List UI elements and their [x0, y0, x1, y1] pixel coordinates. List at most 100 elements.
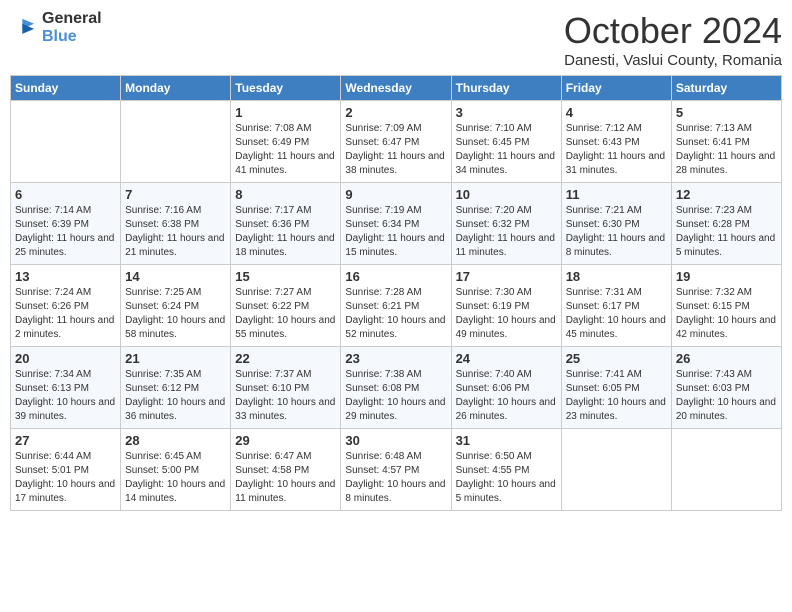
- day-number: 9: [345, 187, 446, 202]
- calendar-cell: 21 Sunrise: 7:35 AMSunset: 6:12 PMDayligh…: [121, 347, 231, 429]
- cell-info: Sunrise: 7:14 AMSunset: 6:39 PMDaylight:…: [15, 204, 116, 260]
- day-number: 19: [676, 269, 777, 284]
- title-block: October 2024 Danesti, Vaslui County, Rom…: [564, 10, 782, 69]
- day-number: 2: [345, 105, 446, 120]
- weekday-header: Sunday: [11, 76, 121, 101]
- calendar-cell: 17Sunrise: 7:30 AMSunset: 6:19 PMDayligh…: [451, 265, 561, 347]
- cell-info: Sunrise: 7:31 AMSunset: 6:17 PMDaylight:…: [566, 286, 667, 342]
- cell-info: Sunrise: 7:28 AMSunset: 6:21 PMDaylight:…: [345, 286, 446, 342]
- day-number: 11: [566, 187, 667, 202]
- day-number: 29: [235, 433, 336, 448]
- month-title: October 2024: [564, 10, 782, 52]
- calendar-cell: 28Sunrise: 6:45 AMSunset: 5:00 PMDayligh…: [121, 429, 231, 511]
- calendar-cell: 14 Sunrise: 7:25 AMSunset: 6:24 PMDayligh…: [121, 265, 231, 347]
- calendar-cell: 4 Sunrise: 7:12 AMSunset: 6:43 PMDaylight…: [561, 101, 671, 183]
- logo-icon: [10, 17, 38, 39]
- logo: General Blue: [10, 10, 102, 46]
- day-number: 12: [676, 187, 777, 202]
- day-number: 23: [345, 351, 446, 366]
- weekday-header: Friday: [561, 76, 671, 101]
- calendar-cell: [671, 429, 781, 511]
- calendar-cell: 30Sunrise: 6:48 AMSunset: 4:57 PMDayligh…: [341, 429, 451, 511]
- calendar-cell: 1Sunrise: 7:08 AMSunset: 6:49 PMDaylight…: [231, 101, 341, 183]
- day-number: 7: [125, 187, 226, 202]
- day-number: 6: [15, 187, 116, 202]
- calendar-cell: 15Sunrise: 7:27 AMSunset: 6:22 PMDayligh…: [231, 265, 341, 347]
- calendar-week-row: 6 Sunrise: 7:14 AMSunset: 6:39 PMDaylight…: [11, 183, 782, 265]
- calendar-cell: 5 Sunrise: 7:13 AMSunset: 6:41 PMDaylight…: [671, 101, 781, 183]
- logo-blue: Blue: [42, 28, 77, 45]
- cell-info: Sunrise: 7:40 AMSunset: 6:06 PMDaylight:…: [456, 368, 557, 424]
- cell-info: Sunrise: 7:37 AMSunset: 6:10 PMDaylight:…: [235, 368, 336, 424]
- calendar-table: SundayMondayTuesdayWednesdayThursdayFrid…: [10, 75, 782, 511]
- cell-info: Sunrise: 7:32 AMSunset: 6:15 PMDaylight:…: [676, 286, 777, 342]
- calendar-cell: 3 Sunrise: 7:10 AMSunset: 6:45 PMDaylight…: [451, 101, 561, 183]
- page-header: General Blue October 2024 Danesti, Vaslu…: [10, 10, 782, 69]
- calendar-cell: 12Sunrise: 7:23 AMSunset: 6:28 PMDayligh…: [671, 183, 781, 265]
- cell-info: Sunrise: 7:17 AMSunset: 6:36 PMDaylight:…: [235, 204, 336, 260]
- calendar-cell: 24 Sunrise: 7:40 AMSunset: 6:06 PMDayligh…: [451, 347, 561, 429]
- day-number: 1: [235, 105, 336, 120]
- calendar-cell: 10 Sunrise: 7:20 AMSunset: 6:32 PMDayligh…: [451, 183, 561, 265]
- cell-info: Sunrise: 7:13 AMSunset: 6:41 PMDaylight:…: [676, 122, 777, 178]
- day-number: 20: [15, 351, 116, 366]
- cell-info: Sunrise: 7:20 AMSunset: 6:32 PMDaylight:…: [456, 204, 557, 260]
- calendar-cell: 6 Sunrise: 7:14 AMSunset: 6:39 PMDaylight…: [11, 183, 121, 265]
- day-number: 22: [235, 351, 336, 366]
- cell-info: Sunrise: 7:21 AMSunset: 6:30 PMDaylight:…: [566, 204, 667, 260]
- day-number: 13: [15, 269, 116, 284]
- calendar-cell: 29 Sunrise: 6:47 AMSunset: 4:58 PMDayligh…: [231, 429, 341, 511]
- calendar-cell: 2 Sunrise: 7:09 AMSunset: 6:47 PMDaylight…: [341, 101, 451, 183]
- day-number: 10: [456, 187, 557, 202]
- cell-info: Sunrise: 7:34 AMSunset: 6:13 PMDaylight:…: [15, 368, 116, 424]
- calendar-week-row: 27Sunrise: 6:44 AMSunset: 5:01 PMDayligh…: [11, 429, 782, 511]
- day-number: 15: [235, 269, 336, 284]
- calendar-cell: 9 Sunrise: 7:19 AMSunset: 6:34 PMDaylight…: [341, 183, 451, 265]
- calendar-cell: 19 Sunrise: 7:32 AMSunset: 6:15 PMDayligh…: [671, 265, 781, 347]
- cell-info: Sunrise: 7:41 AMSunset: 6:05 PMDaylight:…: [566, 368, 667, 424]
- cell-info: Sunrise: 7:12 AMSunset: 6:43 PMDaylight:…: [566, 122, 667, 178]
- day-number: 8: [235, 187, 336, 202]
- cell-info: Sunrise: 6:45 AMSunset: 5:00 PMDaylight:…: [125, 450, 226, 506]
- weekday-header: Wednesday: [341, 76, 451, 101]
- calendar-cell: 16Sunrise: 7:28 AMSunset: 6:21 PMDayligh…: [341, 265, 451, 347]
- calendar-week-row: 1Sunrise: 7:08 AMSunset: 6:49 PMDaylight…: [11, 101, 782, 183]
- calendar-cell: 27Sunrise: 6:44 AMSunset: 5:01 PMDayligh…: [11, 429, 121, 511]
- cell-info: Sunrise: 7:19 AMSunset: 6:34 PMDaylight:…: [345, 204, 446, 260]
- cell-info: Sunrise: 6:47 AMSunset: 4:58 PMDaylight:…: [235, 450, 336, 506]
- day-number: 4: [566, 105, 667, 120]
- day-number: 21: [125, 351, 226, 366]
- weekday-header: Monday: [121, 76, 231, 101]
- day-number: 31: [456, 433, 557, 448]
- weekday-header: Saturday: [671, 76, 781, 101]
- day-number: 24: [456, 351, 557, 366]
- logo-text: General Blue: [42, 10, 102, 46]
- calendar-cell: 23Sunrise: 7:38 AMSunset: 6:08 PMDayligh…: [341, 347, 451, 429]
- calendar-cell: 7Sunrise: 7:16 AMSunset: 6:38 PMDaylight…: [121, 183, 231, 265]
- calendar-cell: [561, 429, 671, 511]
- calendar-cell: [121, 101, 231, 183]
- calendar-cell: 11 Sunrise: 7:21 AMSunset: 6:30 PMDayligh…: [561, 183, 671, 265]
- cell-info: Sunrise: 7:43 AMSunset: 6:03 PMDaylight:…: [676, 368, 777, 424]
- day-number: 3: [456, 105, 557, 120]
- day-number: 26: [676, 351, 777, 366]
- cell-info: Sunrise: 7:30 AMSunset: 6:19 PMDaylight:…: [456, 286, 557, 342]
- logo-general: General: [42, 10, 102, 27]
- calendar-cell: 20 Sunrise: 7:34 AMSunset: 6:13 PMDayligh…: [11, 347, 121, 429]
- calendar-cell: 18 Sunrise: 7:31 AMSunset: 6:17 PMDayligh…: [561, 265, 671, 347]
- day-number: 25: [566, 351, 667, 366]
- calendar-cell: 13Sunrise: 7:24 AMSunset: 6:26 PMDayligh…: [11, 265, 121, 347]
- day-number: 27: [15, 433, 116, 448]
- day-number: 18: [566, 269, 667, 284]
- cell-info: Sunrise: 7:09 AMSunset: 6:47 PMDaylight:…: [345, 122, 446, 178]
- day-number: 30: [345, 433, 446, 448]
- day-number: 14: [125, 269, 226, 284]
- cell-info: Sunrise: 7:25 AMSunset: 6:24 PMDaylight:…: [125, 286, 226, 342]
- cell-info: Sunrise: 7:35 AMSunset: 6:12 PMDaylight:…: [125, 368, 226, 424]
- day-number: 5: [676, 105, 777, 120]
- location-title: Danesti, Vaslui County, Romania: [564, 52, 782, 69]
- calendar-cell: 26 Sunrise: 7:43 AMSunset: 6:03 PMDayligh…: [671, 347, 781, 429]
- weekday-header: Tuesday: [231, 76, 341, 101]
- calendar-cell: 8 Sunrise: 7:17 AMSunset: 6:36 PMDaylight…: [231, 183, 341, 265]
- cell-info: Sunrise: 7:10 AMSunset: 6:45 PMDaylight:…: [456, 122, 557, 178]
